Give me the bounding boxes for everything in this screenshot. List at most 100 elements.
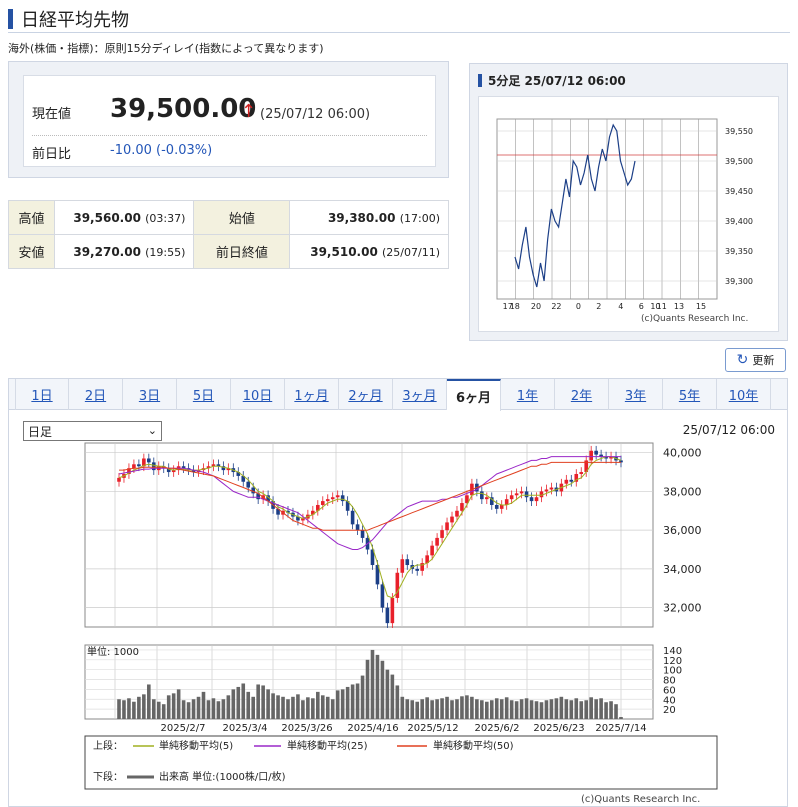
chart-copyright: (c)Quants Research Inc. — [581, 794, 701, 805]
candle-body — [584, 460, 589, 473]
volume-bar — [206, 700, 211, 719]
volume-bar — [201, 691, 206, 719]
volume-bar — [390, 674, 395, 719]
volume-bar — [330, 699, 335, 719]
x-tick-label: 2025/3/26 — [281, 723, 332, 734]
candle-body — [281, 510, 285, 515]
price-y-tick: 38,000 — [663, 485, 702, 498]
volume-bar — [489, 700, 494, 719]
tab-12[interactable]: 5年 — [663, 379, 717, 410]
intraday-y-tick: 39,400 — [725, 217, 753, 226]
intraday-x-tick: 11 — [657, 302, 667, 311]
price-change: -10.00 (-0.03%) — [110, 143, 213, 158]
volume-bar — [564, 699, 569, 719]
tab-4[interactable]: 10日 — [231, 379, 285, 410]
candle-body — [246, 481, 251, 488]
tab-8[interactable]: 6ヶ月 — [447, 379, 501, 411]
candle-body — [415, 568, 420, 571]
candle-body — [385, 607, 390, 624]
tab-2[interactable]: 3日 — [123, 379, 177, 410]
candle-body — [430, 545, 434, 556]
volume-bar — [251, 696, 255, 719]
candle-body — [122, 473, 126, 478]
intraday-x-tick: 18 — [510, 302, 520, 311]
candle-body — [579, 472, 584, 474]
candle-body — [554, 487, 559, 492]
candle-body — [206, 466, 211, 469]
tab-13[interactable]: 10年 — [717, 379, 771, 410]
volume-bar — [604, 702, 608, 719]
volume-bar — [619, 717, 623, 719]
tab-6[interactable]: 2ヶ月 — [339, 379, 393, 410]
high-label: 高値 — [8, 200, 55, 235]
intraday-x-tick: 13 — [674, 302, 684, 311]
refresh-button[interactable]: ↻ 更新 — [725, 348, 786, 372]
volume-bar — [301, 700, 305, 719]
volume-bar — [335, 690, 340, 719]
prev-close-cell: 39,510.00 (25/07/11) — [289, 234, 449, 269]
volume-bar — [345, 686, 350, 719]
high-cell: 39,560.00 (03:37) — [53, 200, 195, 235]
volume-bar — [589, 697, 593, 719]
intraday-x-tick: 22 — [551, 302, 561, 311]
candle-body — [375, 565, 380, 585]
x-tick-label: 2025/4/16 — [347, 723, 398, 734]
tab-10[interactable]: 2年 — [555, 379, 609, 410]
tab-3[interactable]: 5日 — [177, 379, 231, 410]
price-plot-area — [84, 442, 654, 628]
candle-body — [325, 499, 330, 502]
candle-body — [132, 464, 136, 469]
candle-body — [276, 508, 280, 515]
volume-bar — [400, 696, 405, 719]
candle-body — [365, 537, 370, 550]
tab-0[interactable]: 1日 — [15, 379, 69, 410]
candle-body — [261, 495, 265, 500]
x-tick-label: 2025/7/14 — [595, 723, 646, 734]
candle-body — [574, 473, 579, 482]
volume-bar — [161, 704, 166, 719]
volume-bar — [455, 699, 459, 719]
volume-bar — [524, 698, 529, 719]
volume-bar — [261, 685, 265, 719]
volume-bar — [221, 699, 226, 719]
volume-bar — [311, 698, 315, 719]
price-y-tick: 34,000 — [663, 563, 702, 576]
candle-body — [420, 563, 424, 571]
volume-bar — [246, 691, 251, 719]
candle-body — [191, 470, 196, 473]
tab-7[interactable]: 3ヶ月 — [393, 379, 447, 410]
volume-y-tick: 80 — [663, 676, 676, 687]
volume-bar — [465, 695, 469, 719]
tab-5[interactable]: 1ヶ月 — [285, 379, 339, 410]
volume-bar — [415, 701, 420, 719]
volume-bar — [151, 699, 156, 719]
volume-y-tick: 140 — [663, 646, 682, 657]
volume-bar — [117, 699, 121, 719]
candle-body — [445, 522, 449, 531]
intraday-copyright: (c)Quants Research Inc. — [641, 314, 748, 324]
tab-1[interactable]: 2日 — [69, 379, 123, 410]
interval-select[interactable]: 日足 ⌄ — [23, 421, 162, 441]
header-divider — [8, 32, 790, 33]
volume-bar — [594, 699, 598, 719]
current-value-label: 現在値 — [32, 107, 72, 122]
tab-9[interactable]: 1年 — [501, 379, 555, 410]
legend-box — [84, 735, 718, 790]
volume-legend-text: 出来高 単位:(1000株/口/枚) — [159, 770, 286, 783]
intraday-x-tick: 20 — [531, 302, 541, 311]
volume-bar — [211, 698, 216, 719]
candle-body — [435, 537, 439, 546]
candle-body — [559, 483, 564, 492]
interval-select-value: 日足 — [28, 424, 53, 439]
price-timestamp: (25/07/12 06:00) — [260, 107, 371, 122]
tab-11[interactable]: 3年 — [609, 379, 663, 410]
volume-bar — [166, 695, 171, 719]
low-time: (19:55) — [145, 245, 186, 259]
intraday-x-tick: 15 — [696, 302, 706, 311]
candle-body — [514, 493, 519, 496]
open-value: 39,380.00 — [327, 210, 396, 225]
volume-bar — [291, 696, 295, 719]
volume-bar — [306, 697, 310, 719]
volume-bar — [405, 699, 410, 719]
sma25-line — [118, 456, 621, 550]
